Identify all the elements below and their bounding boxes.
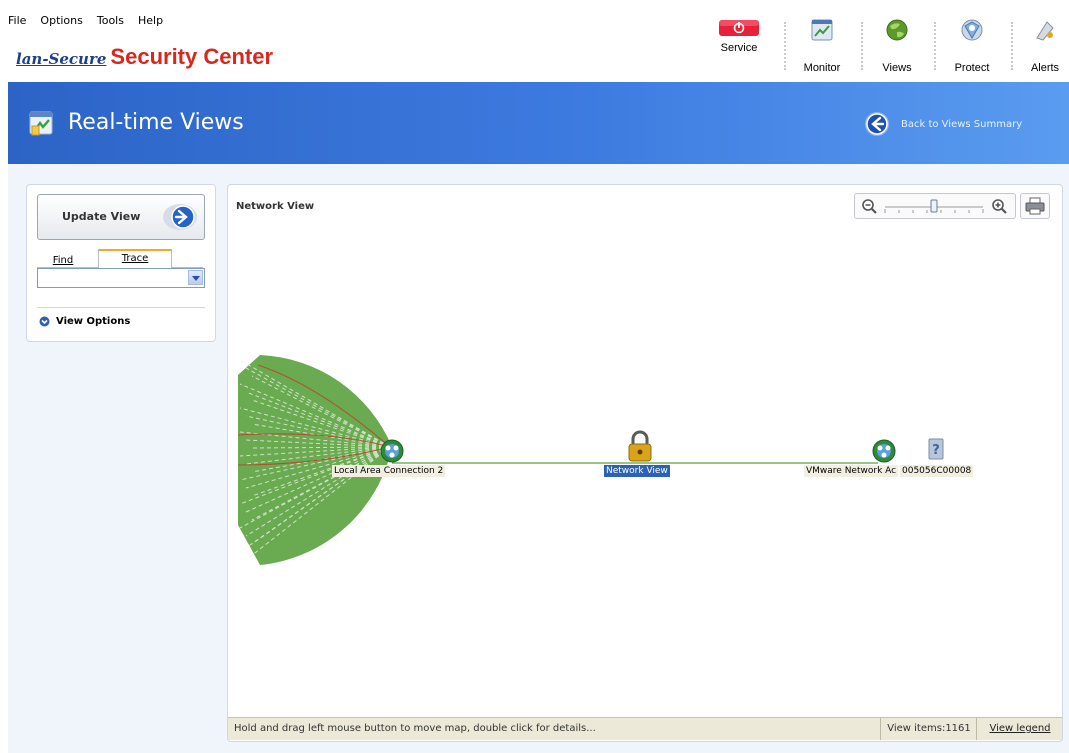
content-area: Update View Find Trace View Options Netw… <box>8 164 1069 753</box>
back-link-label: Back to Views Summary <box>901 118 1023 130</box>
views-button[interactable]: Views <box>873 18 921 74</box>
left-panel: Update View Find Trace View Options <box>26 184 216 342</box>
update-view-button[interactable]: Update View <box>37 194 205 240</box>
app-logo: lan-Secure Security Center <box>16 44 273 70</box>
shield-icon <box>961 19 983 41</box>
tab-trace[interactable]: Trace <box>98 249 172 269</box>
expand-icon <box>39 316 50 326</box>
monitor-icon <box>811 19 833 41</box>
protect-label: Protect <box>954 62 990 74</box>
node-label-lan[interactable]: Local Area Connection 2 <box>332 465 446 477</box>
menu-file[interactable]: File <box>8 14 26 27</box>
views-label: Views <box>882 62 912 74</box>
alerts-label: Alerts <box>1030 62 1060 74</box>
power-icon <box>719 20 759 36</box>
views-page-icon <box>29 111 53 136</box>
arrow-right-icon <box>163 204 197 230</box>
page-header: Real-time Views Back to Views Summary <box>8 82 1069 164</box>
network-view-panel: Network View ? Local Area Connection 2 N… <box>227 184 1063 742</box>
menu-bar: File Options Tools Help <box>8 14 163 27</box>
node-label-unknown[interactable]: 005056C00008 <box>900 465 974 477</box>
network-map[interactable]: ? <box>228 185 1062 715</box>
globe-icon <box>886 19 908 41</box>
back-to-views-link[interactable]: Back to Views Summary <box>863 110 1022 138</box>
update-view-label: Update View <box>62 210 141 223</box>
toolbar-divider <box>1011 22 1013 70</box>
page-title: Real-time Views <box>68 110 244 135</box>
view-legend-link[interactable]: View legend <box>976 718 1062 740</box>
node-label-vmware[interactable]: VMware Network Ac <box>804 465 899 477</box>
menu-tools[interactable]: Tools <box>97 14 124 27</box>
unknown-device-icon[interactable]: ? <box>928 438 944 460</box>
toolbar-divider <box>934 22 936 70</box>
view-options-label: View Options <box>56 315 131 327</box>
network-adapter-icon[interactable] <box>872 439 896 463</box>
trace-select[interactable] <box>37 268 205 288</box>
brand-prefix: lan-Secure <box>16 50 107 68</box>
monitor-button[interactable]: Monitor <box>798 18 846 74</box>
service-label: Service <box>720 42 758 54</box>
monitor-label: Monitor <box>803 62 841 74</box>
alerts-button[interactable]: Alerts <box>1024 18 1066 74</box>
status-message: Hold and drag left mouse button to move … <box>234 723 596 734</box>
view-items-count: View items:1161 <box>880 718 977 740</box>
chevron-down-icon[interactable] <box>188 270 203 285</box>
back-arrow-icon <box>865 112 889 136</box>
brand-name: Security Center <box>110 44 274 69</box>
svg-text:?: ? <box>932 443 940 458</box>
menu-help[interactable]: Help <box>138 14 163 27</box>
status-bar: Hold and drag left mouse button to move … <box>228 717 1062 740</box>
lock-icon[interactable] <box>628 430 652 462</box>
search-tabs: Find Trace <box>37 249 203 269</box>
top-bar: File Options Tools Help lan-Secure Secur… <box>0 0 1069 82</box>
menu-options[interactable]: Options <box>40 14 82 27</box>
node-label-center[interactable]: Network View <box>604 465 670 477</box>
service-button[interactable]: Service <box>714 18 764 74</box>
protect-button[interactable]: Protect <box>947 18 997 74</box>
alert-icon <box>1036 21 1054 41</box>
view-options-toggle[interactable]: View Options <box>37 307 205 334</box>
toolbar-divider <box>784 22 786 70</box>
toolbar-divider <box>861 22 863 70</box>
network-adapter-icon[interactable] <box>380 439 404 463</box>
